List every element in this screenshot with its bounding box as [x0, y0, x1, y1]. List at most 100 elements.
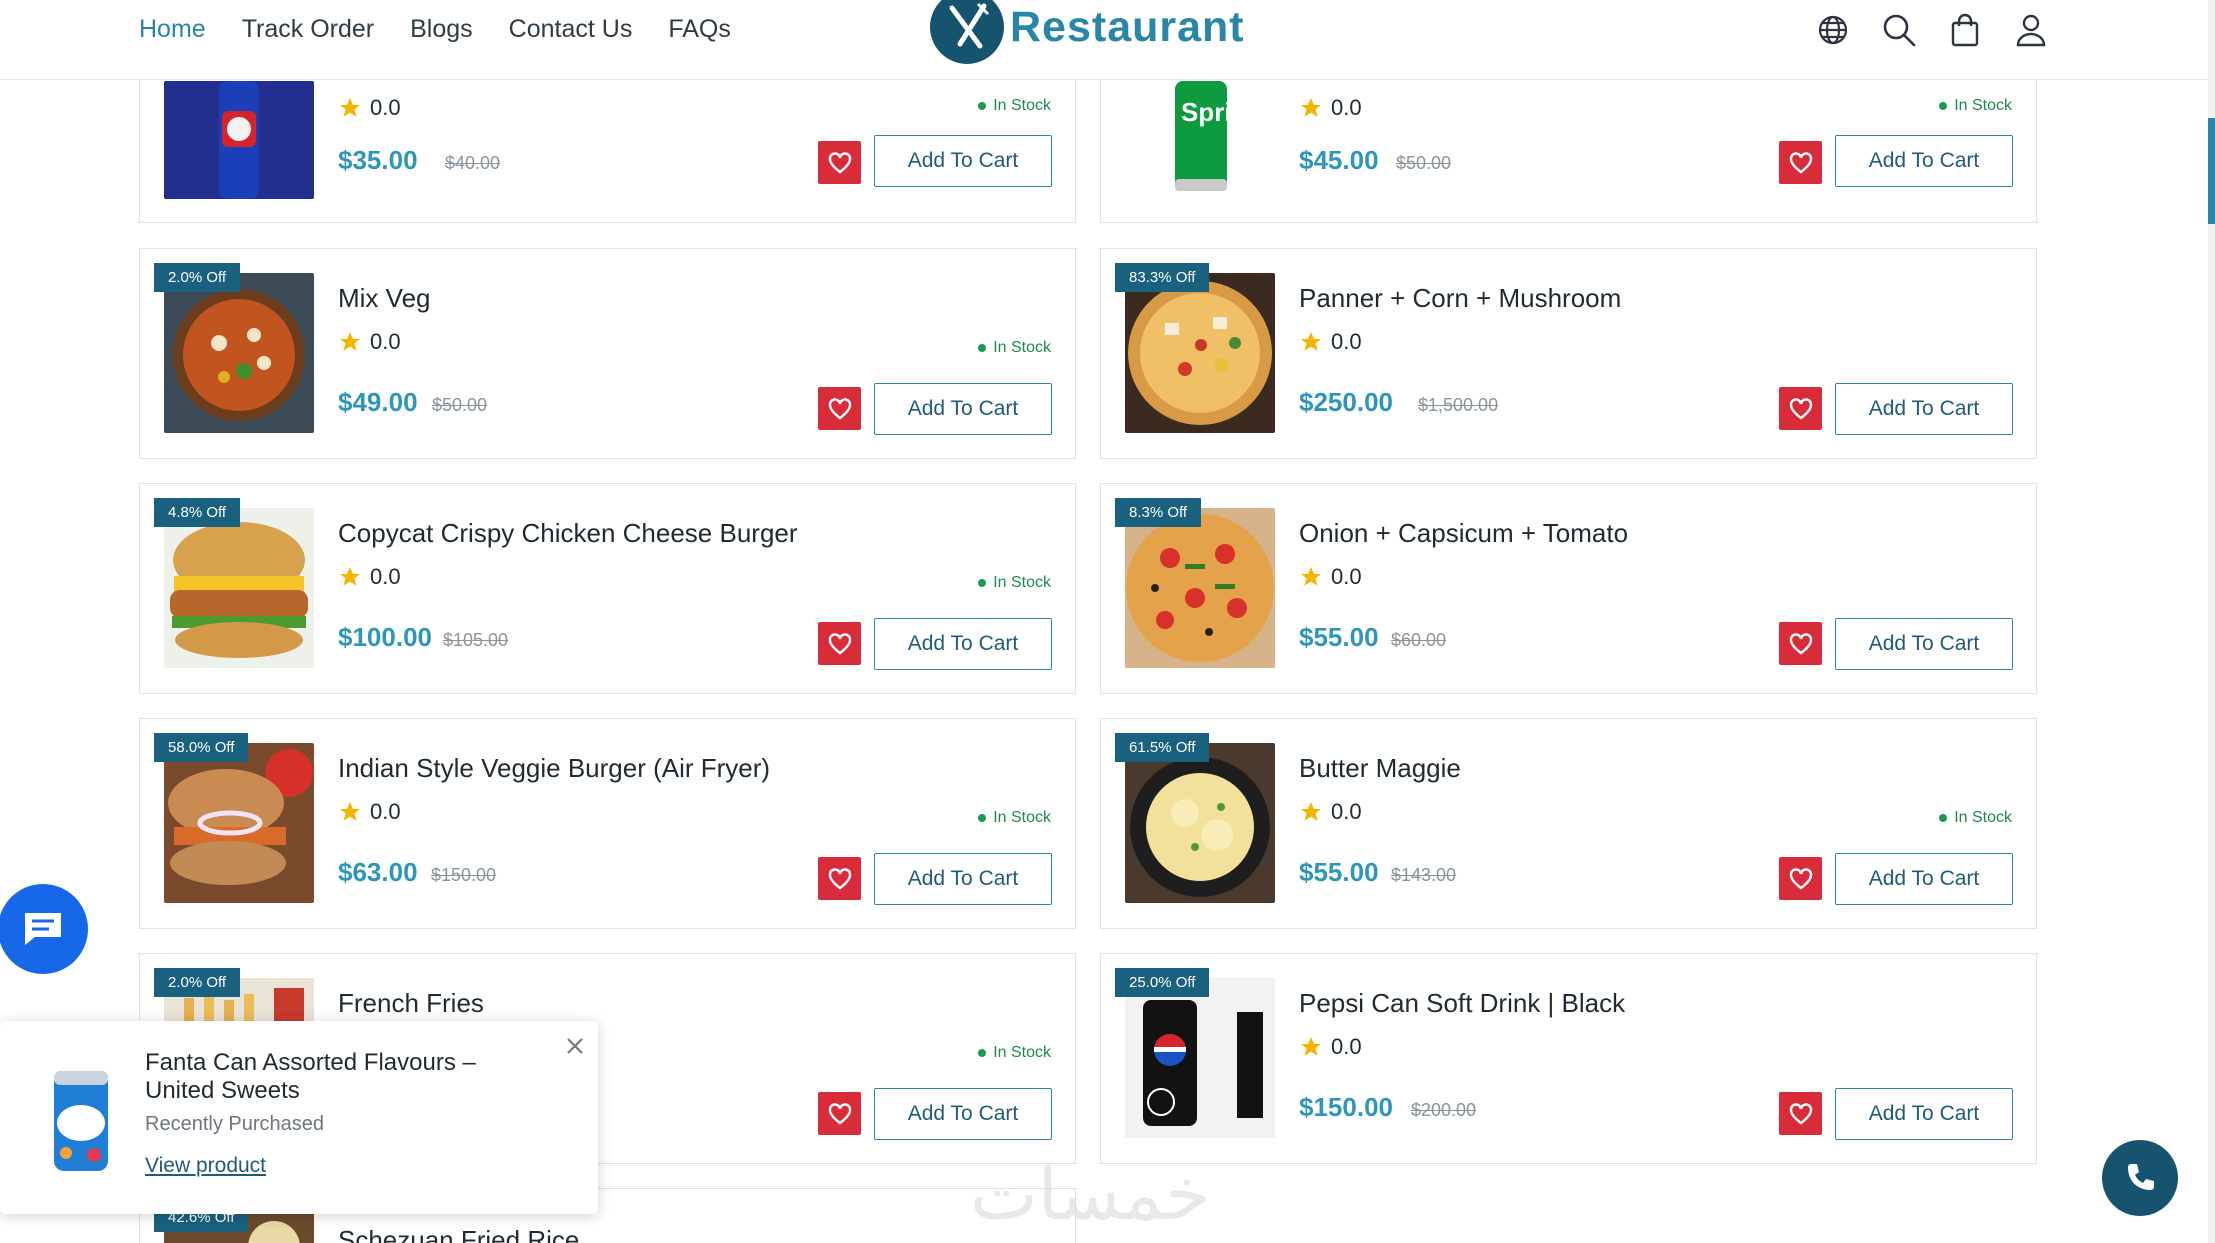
globe-icon[interactable]	[1815, 12, 1851, 48]
product-title[interactable]: Pepsi Can Soft Drink | Black	[1299, 988, 1625, 1019]
product-image-burger[interactable]	[164, 508, 314, 668]
product-image-sprite[interactable]: Spri	[1125, 81, 1275, 199]
product-title[interactable]: Butter Maggie	[1299, 753, 1461, 784]
product-card[interactable]: 83.3% Off Panner + Corn + Mushroom 0.0 $…	[1100, 248, 2037, 459]
brand-name: Restaurant	[1010, 2, 1245, 51]
user-icon[interactable]	[2013, 12, 2049, 48]
stock-status: In Stock	[978, 339, 1051, 357]
stock-status: In Stock	[978, 574, 1051, 592]
product-old-price: $150.00	[431, 865, 497, 885]
wishlist-button[interactable]	[1779, 1092, 1822, 1135]
add-to-cart-button[interactable]: Add To Cart	[874, 135, 1052, 187]
search-icon[interactable]	[1881, 12, 1917, 48]
wishlist-button[interactable]	[1779, 857, 1822, 900]
watermark-text: خمسات	[970, 1152, 1211, 1236]
nav-contact-us[interactable]: Contact Us	[509, 15, 633, 44]
heart-icon	[828, 397, 851, 420]
heart-icon	[828, 632, 851, 655]
product-old-price: $105.00	[443, 630, 509, 650]
nav-track-order[interactable]: Track Order	[242, 15, 374, 44]
product-card[interactable]: 2.0% Off Mix Veg 0.0 In Stock $49.00 $50…	[139, 248, 1076, 459]
product-price: $150.00	[1299, 1092, 1393, 1122]
product-rating: 0.0	[1299, 95, 1362, 121]
product-rating: 0.0	[1299, 1034, 1362, 1060]
product-image-pizza[interactable]	[1125, 273, 1275, 433]
product-rating: 0.0	[1299, 799, 1362, 825]
add-to-cart-button[interactable]: Add To Cart	[1835, 135, 2013, 187]
star-icon	[1301, 802, 1321, 821]
discount-badge: 58.0% Off	[154, 733, 249, 762]
product-price: $45.00	[1299, 145, 1379, 175]
product-image-mix-veg[interactable]	[164, 273, 314, 433]
nav-home[interactable]: Home	[139, 15, 206, 44]
wishlist-button[interactable]	[818, 857, 861, 900]
stock-status: In Stock	[978, 1044, 1051, 1062]
cart-bag-icon[interactable]	[1947, 12, 1983, 48]
add-to-cart-button[interactable]: Add To Cart	[874, 853, 1052, 905]
wishlist-button[interactable]	[818, 141, 861, 184]
popup-product-image[interactable]	[48, 1065, 114, 1175]
star-icon	[340, 98, 360, 117]
heart-icon	[1789, 151, 1812, 174]
product-title[interactable]: French Fries	[338, 988, 484, 1019]
chat-button[interactable]	[0, 884, 88, 974]
product-image-pizza2[interactable]	[1125, 508, 1275, 668]
heart-icon	[828, 1102, 851, 1125]
product-title[interactable]: Panner + Corn + Mushroom	[1299, 283, 1621, 314]
product-image-thums-up[interactable]	[164, 81, 314, 199]
wishlist-button[interactable]	[1779, 622, 1822, 665]
chat-icon	[25, 913, 61, 945]
header-actions	[1815, 12, 2049, 48]
add-to-cart-button[interactable]: Add To Cart	[874, 1088, 1052, 1140]
scrollbar-thumb[interactable]	[2208, 118, 2215, 224]
product-title[interactable]: Mix Veg	[338, 283, 431, 314]
product-rating: 0.0	[1299, 564, 1362, 590]
add-to-cart-button[interactable]: Add To Cart	[1835, 853, 2013, 905]
product-rating: 0.0	[338, 799, 401, 825]
wishlist-button[interactable]	[818, 1092, 861, 1135]
add-to-cart-button[interactable]: Add To Cart	[1835, 1088, 2013, 1140]
product-title[interactable]: Copycat Crispy Chicken Cheese Burger	[338, 518, 798, 549]
product-title[interactable]: Onion + Capsicum + Tomato	[1299, 518, 1628, 549]
discount-badge: 83.3% Off	[1115, 263, 1210, 292]
star-icon	[1301, 1037, 1321, 1056]
view-product-link[interactable]: View product	[145, 1154, 266, 1178]
product-old-price: $200.00	[1411, 1100, 1477, 1120]
product-image-pepsi[interactable]	[1125, 978, 1275, 1138]
product-card[interactable]: 58.0% Off Indian Style Veggie Burger (Ai…	[139, 718, 1076, 929]
add-to-cart-button[interactable]: Add To Cart	[1835, 618, 2013, 670]
star-icon	[1301, 332, 1321, 351]
main-nav: Home Track Order Blogs Contact Us FAQs	[139, 0, 731, 58]
heart-icon	[1789, 632, 1812, 655]
product-price: $55.00	[1299, 857, 1379, 887]
page-scrollbar[interactable]	[2208, 0, 2215, 1243]
nav-blogs[interactable]: Blogs	[410, 15, 473, 44]
add-to-cart-button[interactable]: Add To Cart	[874, 618, 1052, 670]
star-icon	[340, 567, 360, 586]
wishlist-button[interactable]	[1779, 141, 1822, 184]
product-card[interactable]: 4.8% Off Copycat Crispy Chicken Cheese B…	[139, 483, 1076, 694]
product-title[interactable]: Schezuan Fried Rice	[338, 1225, 579, 1243]
fork-knife-icon	[930, 0, 1004, 64]
product-image-veggie-burger[interactable]	[164, 743, 314, 903]
add-to-cart-button[interactable]: Add To Cart	[1835, 383, 2013, 435]
brand-logo[interactable]: Restaurant	[930, 0, 1245, 64]
product-title[interactable]: Indian Style Veggie Burger (Air Fryer)	[338, 753, 770, 784]
call-button[interactable]	[2102, 1140, 2178, 1216]
nav-faqs[interactable]: FAQs	[668, 15, 731, 44]
discount-badge: 8.3% Off	[1115, 498, 1202, 527]
wishlist-button[interactable]	[818, 622, 861, 665]
heart-icon	[1789, 1102, 1812, 1125]
add-to-cart-button[interactable]: Add To Cart	[874, 383, 1052, 435]
product-card[interactable]: 25.0% Off Pepsi Can Soft Drink | Black 0…	[1100, 953, 2037, 1164]
product-old-price: $50.00	[432, 395, 488, 415]
product-price: $35.00	[338, 145, 418, 175]
close-icon[interactable]	[564, 1035, 586, 1057]
product-card[interactable]: 61.5% Off Butter Maggie 0.0 In Stock $55…	[1100, 718, 2037, 929]
wishlist-button[interactable]	[1779, 387, 1822, 430]
heart-icon	[1789, 397, 1812, 420]
product-card[interactable]: 8.3% Off Onion + Capsicum + Tomato 0.0 $…	[1100, 483, 2037, 694]
product-image-maggie[interactable]	[1125, 743, 1275, 903]
product-old-price: $50.00	[1396, 153, 1452, 173]
wishlist-button[interactable]	[818, 387, 861, 430]
